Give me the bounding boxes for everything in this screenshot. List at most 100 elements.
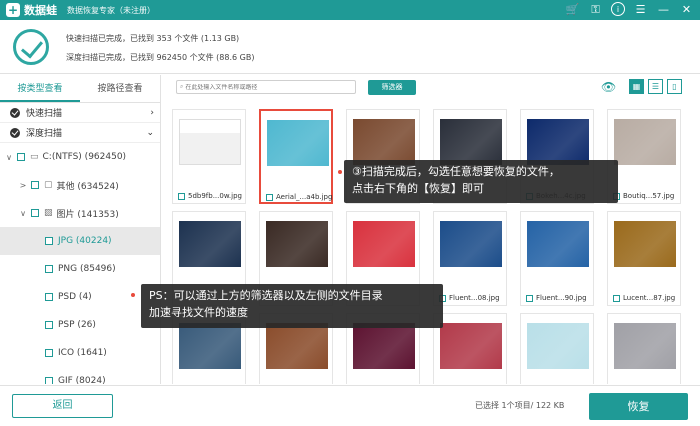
tree-item[interactable]: PNG (85496)	[0, 255, 160, 283]
file-thumbnail	[266, 221, 328, 267]
tip-line: ③扫描完成后，勾选任意想要恢复的文件，	[352, 165, 560, 178]
tip-filter: PS：可以通过上方的筛选器以及左侧的文件目录 加速寻找文件的速度	[141, 284, 443, 328]
file-checkbox[interactable]	[178, 192, 185, 200]
search-box[interactable]: ⌕	[176, 80, 356, 94]
file-thumbnail	[179, 119, 241, 165]
file-checkbox[interactable]	[266, 193, 273, 201]
view-switcher: 👁 ▦ ☰ ▯	[601, 79, 682, 94]
file-caption: Boutiq...57.jpg	[613, 192, 674, 200]
item-checkbox[interactable]	[45, 349, 53, 357]
file-thumbnail	[527, 221, 589, 267]
detail-view-icon[interactable]: ▯	[667, 79, 682, 94]
item-checkbox[interactable]	[17, 153, 25, 161]
file-card[interactable]: Boutiq...57.jpg	[607, 109, 681, 204]
file-name: Aerial_...a4b.jpg	[276, 193, 333, 201]
tree-item[interactable]: ∨ ▨ 图片 (141353)	[0, 199, 160, 227]
recover-button[interactable]: 恢复	[589, 393, 688, 420]
tree-item-label: C:(NTFS) (962450)	[42, 152, 127, 162]
deep-scan-status: 深度扫描已完成，已找到 962450 个文件 (88.6 GB)	[66, 53, 255, 62]
search-input[interactable]	[185, 83, 351, 91]
window-controls: 🛒 ⚿ i ☰ — ✕	[565, 2, 694, 17]
logo-icon: +	[6, 3, 20, 17]
file-name: 5db9fb...0w.jpg	[188, 192, 242, 200]
chevron-down-icon[interactable]: ∨	[18, 209, 28, 218]
item-checkbox[interactable]	[31, 209, 39, 217]
tree-item-label: 图片 (141353)	[56, 209, 119, 220]
file-thumbnail	[440, 119, 502, 165]
file-thumbnail	[179, 323, 241, 369]
search-icon: ⌕	[180, 83, 184, 90]
file-thumbnail	[614, 119, 676, 165]
chevron-down-icon: ⌄	[146, 127, 154, 138]
minimize-icon[interactable]: —	[656, 2, 671, 17]
file-caption: Lucent...87.jpg	[613, 294, 675, 302]
tip-line: PS：可以通过上方的筛选器以及左侧的文件目录	[149, 289, 383, 302]
tip-line: 加速寻找文件的速度	[149, 306, 248, 319]
file-card[interactable]: 5db9fb...0w.jpg	[172, 109, 246, 204]
tab-by-type[interactable]: 按类型查看	[0, 75, 80, 102]
cart-icon[interactable]: 🛒	[565, 2, 580, 17]
sidebar: 按类型查看 按路径查看 快速扫描 › 深度扫描 ⌄ ∨ ▭ C:(NTFS) (96…	[0, 75, 161, 384]
tree-item-label: PSP (26)	[58, 320, 96, 330]
folder-icon: ▢	[44, 180, 53, 190]
item-checkbox[interactable]	[45, 237, 53, 245]
tip-pointer-dot	[131, 293, 135, 297]
file-thumbnail	[527, 323, 589, 369]
file-tree: ∨ ▭ C:(NTFS) (962450) > ▢ 其他 (634524) ∨ ▨ 图片 (14…	[0, 143, 160, 384]
list-view-icon[interactable]: ☰	[648, 79, 663, 94]
title-bar: + 数据蛙 数据恢复专家（未注册） 🛒 ⚿ i ☰ — ✕	[0, 0, 700, 20]
eye-icon[interactable]: 👁	[601, 80, 619, 94]
tree-item[interactable]: PSD (4)	[0, 283, 160, 311]
deep-scan-label: 深度扫描	[26, 129, 63, 139]
file-card[interactable]	[520, 313, 594, 384]
file-card[interactable]: Aerial_...a4b.jpg	[259, 109, 333, 204]
file-checkbox[interactable]	[526, 294, 533, 302]
app-name: 数据蛙	[24, 4, 57, 17]
file-card[interactable]: Fluent...08.jpg	[433, 211, 507, 306]
item-checkbox[interactable]	[31, 181, 39, 189]
file-name: Boutiq...57.jpg	[623, 192, 675, 200]
tree-item[interactable]: JPG (40224)	[0, 227, 160, 255]
file-card[interactable]: Fluent...90.jpg	[520, 211, 594, 306]
item-checkbox[interactable]	[45, 293, 53, 301]
tree-item[interactable]: PSP (26)	[0, 311, 160, 339]
quick-scan-status: 快速扫描已完成，已找到 353 个文件 (1.13 GB)	[66, 34, 240, 43]
item-checkbox[interactable]	[45, 265, 53, 273]
item-checkbox[interactable]	[45, 377, 53, 384]
file-card[interactable]	[607, 313, 681, 384]
toolbar: ⌕ 筛选器 👁 ▦ ☰ ▯	[162, 75, 700, 103]
info-icon[interactable]: i	[611, 2, 625, 16]
file-caption: Aerial_...a4b.jpg	[266, 193, 332, 201]
tree-item[interactable]: > ▢ 其他 (634524)	[0, 171, 160, 199]
chevron-right-icon: ›	[150, 107, 154, 118]
item-checkbox[interactable]	[45, 321, 53, 329]
chevron-down-icon[interactable]: ∨	[4, 153, 14, 162]
file-checkbox[interactable]	[613, 294, 620, 302]
menu-icon[interactable]: ☰	[633, 2, 648, 17]
file-card[interactable]: Lucent...87.jpg	[607, 211, 681, 306]
back-button[interactable]: 返回	[12, 394, 113, 418]
tree-item-label: PSD (4)	[58, 292, 92, 302]
file-grid: 5db9fb...0w.jpgAerial_...a4b.jpgBokeh...…	[162, 103, 700, 384]
chevron-right-icon[interactable]: >	[18, 181, 28, 190]
file-card[interactable]	[433, 313, 507, 384]
file-thumbnail	[440, 323, 502, 369]
tree-item[interactable]: ∨ ▭ C:(NTFS) (962450)	[0, 143, 160, 171]
tab-by-path[interactable]: 按路径查看	[80, 75, 160, 102]
check-icon	[10, 107, 20, 118]
tree-item[interactable]: ICO (1641)	[0, 339, 160, 367]
check-icon	[10, 127, 20, 138]
image-icon: ▨	[44, 208, 53, 218]
close-icon[interactable]: ✕	[679, 2, 694, 17]
tree-item[interactable]: GIF (8024)	[0, 367, 160, 384]
grid-view-icon[interactable]: ▦	[629, 79, 644, 94]
file-caption: Fluent...08.jpg	[439, 294, 500, 302]
tip-pointer-dot	[338, 170, 342, 174]
scan-status: 快速扫描已完成，已找到 353 个文件 (1.13 GB) 深度扫描已完成，已找…	[0, 20, 700, 74]
filter-button[interactable]: 筛选器	[368, 80, 416, 95]
quick-scan-row[interactable]: 快速扫描 ›	[0, 103, 160, 123]
deep-scan-row[interactable]: 深度扫描 ⌄	[0, 123, 160, 143]
key-icon[interactable]: ⚿	[588, 2, 603, 17]
tree-item-label: JPG (40224)	[58, 236, 112, 246]
file-thumbnail	[353, 119, 415, 165]
